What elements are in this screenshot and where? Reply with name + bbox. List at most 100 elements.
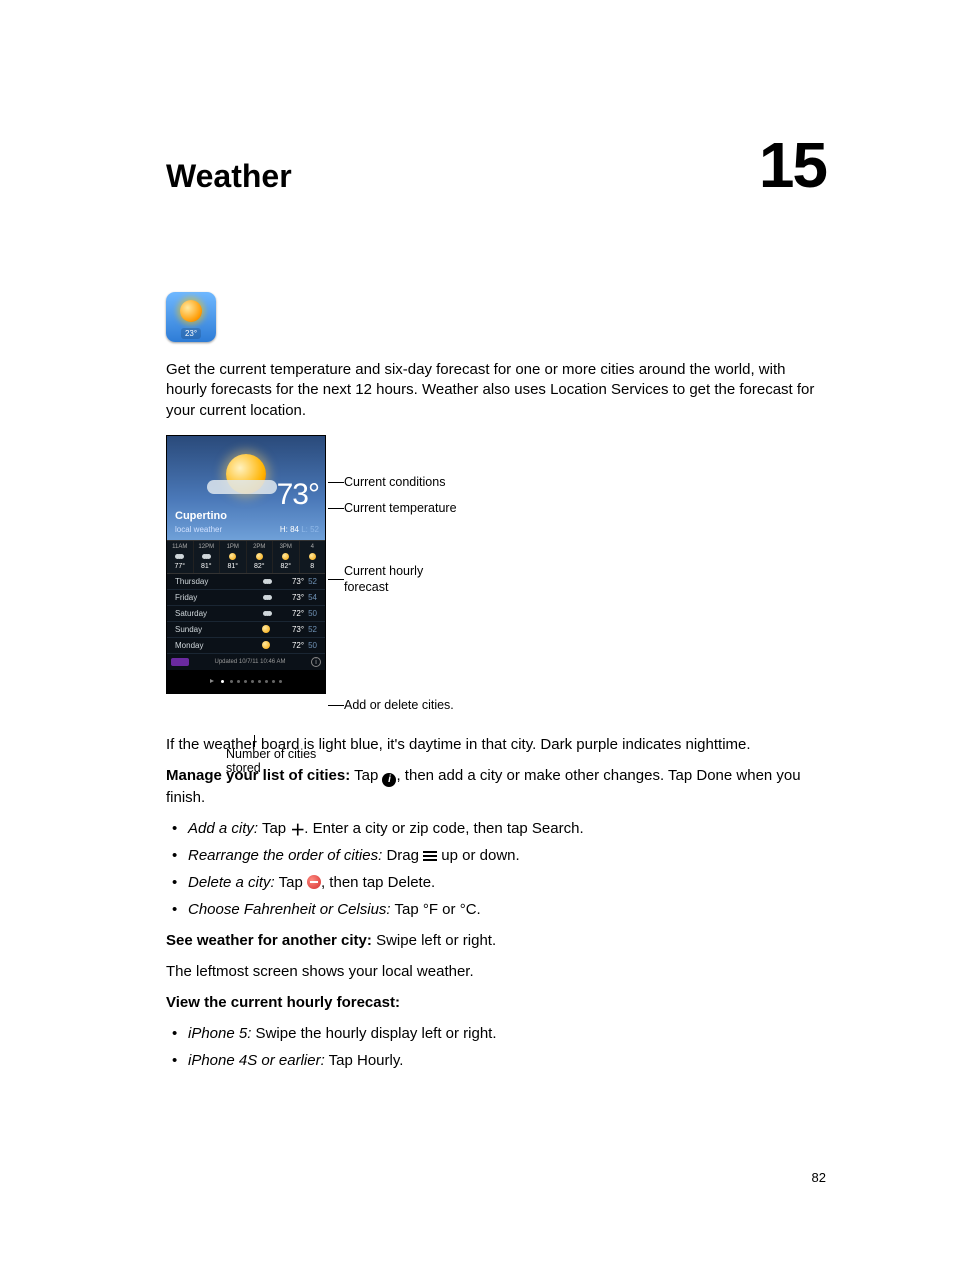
high-label: H: 84: [280, 525, 299, 534]
weather-figure: Cupertino local weather 73° H: 84 L: 52 …: [166, 435, 826, 694]
hour-temp: 81°: [220, 563, 246, 570]
iphone4s-em: iPhone 4S or earlier:: [188, 1052, 325, 1069]
day-low: 54: [308, 593, 317, 602]
iphone5-em: iPhone 5:: [188, 1025, 251, 1042]
list-item: iPhone 5: Swipe the hourly display left …: [172, 1023, 826, 1044]
rearrange-em: Rearrange the order of cities:: [188, 847, 382, 864]
sunny-icon: [309, 553, 316, 560]
hourly-cell: 48: [300, 541, 326, 573]
cloudy-icon: [204, 554, 209, 559]
day-name: Saturday: [175, 609, 265, 618]
sunny-icon: [262, 625, 270, 633]
weather-screenshot: Cupertino local weather 73° H: 84 L: 52 …: [166, 435, 326, 694]
view-hourly-bullets: iPhone 5: Swipe the hourly display left …: [172, 1023, 826, 1071]
callout-hourly-line2: forecast: [344, 580, 388, 594]
chapter-header: Weather 15: [166, 128, 826, 202]
view-hourly-label: View the current hourly forecast:: [166, 994, 400, 1011]
callout-temperature: Current temperature: [344, 501, 457, 515]
sunny-icon: [256, 553, 263, 560]
low-label: L: 52: [301, 525, 319, 534]
list-item: iPhone 4S or earlier: Tap Hourly.: [172, 1050, 826, 1071]
weather-card-top: Cupertino local weather 73° H: 84 L: 52: [167, 436, 325, 540]
chapter-number: 15: [759, 128, 826, 202]
sunny-icon: [229, 553, 236, 560]
weather-footer: Updated 10/7/11 10:46 AM i: [167, 654, 325, 670]
cloudy-icon: [265, 595, 270, 600]
hourly-forecast: 11AM77°12PM81°1PM81°2PM82°3PM82°48: [167, 540, 325, 574]
list-item: Rearrange the order of cities: Drag up o…: [172, 845, 826, 866]
callout-hourly: Current hourly forecast: [344, 563, 423, 596]
day-high: 73°: [292, 625, 304, 634]
hourly-cell: 11AM77°: [167, 541, 194, 573]
iphone5-text: Swipe the hourly display left or right.: [251, 1025, 496, 1042]
callout-add-delete: Add or delete cities.: [344, 698, 454, 712]
hour-temp: 82°: [273, 563, 299, 570]
hour-temp: 77°: [167, 563, 193, 570]
cloudy-icon: [177, 554, 182, 559]
weather-app-icon: 23°: [166, 292, 216, 342]
delete-pre: Tap: [275, 874, 307, 891]
page-dot: [237, 680, 240, 683]
sun-icon: [180, 300, 202, 322]
day-low: 50: [308, 609, 317, 618]
list-item: Delete a city: Tap , then tap Delete.: [172, 872, 826, 893]
day-high: 73°: [292, 577, 304, 586]
page-dots: [167, 670, 325, 693]
info-icon: i: [311, 657, 321, 667]
city-label: Cupertino: [175, 510, 227, 522]
add-city-post: . Enter a city or zip code, then tap Sea…: [304, 820, 583, 837]
cloudy-icon: [265, 611, 270, 616]
updated-label: Updated 10/7/11 10:46 AM: [189, 659, 311, 665]
view-hourly-paragraph: View the current hourly forecast:: [166, 992, 826, 1013]
day-name: Monday: [175, 641, 262, 650]
day-name: Sunday: [175, 625, 262, 634]
daily-forecast: Thursday73°52 Friday 73° 54 Saturday 72° 50 Sun…: [167, 574, 325, 654]
hour-temp: 8: [300, 563, 326, 570]
day-high: 73°: [292, 593, 304, 602]
location-arrow-icon: [210, 679, 214, 683]
page-dot: [265, 680, 268, 683]
page-dot: [230, 680, 233, 683]
page-dot: [251, 680, 254, 683]
plus-icon: ＋: [290, 825, 304, 839]
day-name: Friday: [175, 593, 265, 602]
reorder-icon: [423, 848, 437, 862]
list-item: Add a city: Tap ＋. Enter a city or zip c…: [172, 818, 826, 839]
manage-pre: Tap: [350, 767, 382, 784]
see-weather-paragraph: See weather for another city: Swipe left…: [166, 930, 826, 951]
day-high: 72°: [292, 609, 304, 618]
day-high: 72°: [292, 641, 304, 650]
sunny-icon: [282, 553, 289, 560]
intro-paragraph: Get the current temperature and six-day …: [166, 360, 826, 421]
rearrange-pre: Drag: [382, 847, 423, 864]
day-row: Friday 73° 54: [167, 590, 325, 606]
callout-hourly-line1: Current hourly: [344, 564, 423, 578]
see-weather-label: See weather for another city:: [166, 932, 372, 949]
delete-icon: [307, 875, 321, 889]
chapter-title: Weather: [166, 158, 292, 195]
day-row: Sunday73°52: [167, 622, 325, 638]
hour-label: 1PM: [220, 544, 246, 550]
app-icon-badge: 23°: [181, 328, 201, 339]
high-low: H: 84 L: 52: [280, 525, 319, 534]
hourly-cell: 1PM 81°: [220, 541, 247, 573]
iphone4s-text: Tap Hourly.: [325, 1052, 404, 1069]
page-dot: [279, 680, 282, 683]
cloud-icon: [207, 480, 277, 494]
add-city-pre: Tap: [258, 820, 290, 837]
day-row: Thursday73°52: [167, 574, 325, 590]
choose-em: Choose Fahrenheit or Celsius:: [188, 901, 391, 918]
day-row: Saturday 72° 50: [167, 606, 325, 622]
local-weather-label: local weather: [175, 525, 222, 534]
delete-post: , then tap Delete.: [321, 874, 435, 891]
page-number: 82: [812, 1170, 826, 1185]
see-weather-text: Swipe left or right.: [372, 932, 496, 949]
hourly-cell: 12PM81°: [194, 541, 221, 573]
leftmost-paragraph: The leftmost screen shows your local wea…: [166, 961, 826, 982]
sunny-icon: [262, 641, 270, 649]
list-item: Choose Fahrenheit or Celsius: Tap °F or …: [172, 899, 826, 920]
page-dot: [272, 680, 275, 683]
rearrange-post: up or down.: [437, 847, 520, 864]
choose-text: Tap °F or °C.: [391, 901, 481, 918]
manage-bullets: Add a city: Tap ＋. Enter a city or zip c…: [172, 818, 826, 920]
